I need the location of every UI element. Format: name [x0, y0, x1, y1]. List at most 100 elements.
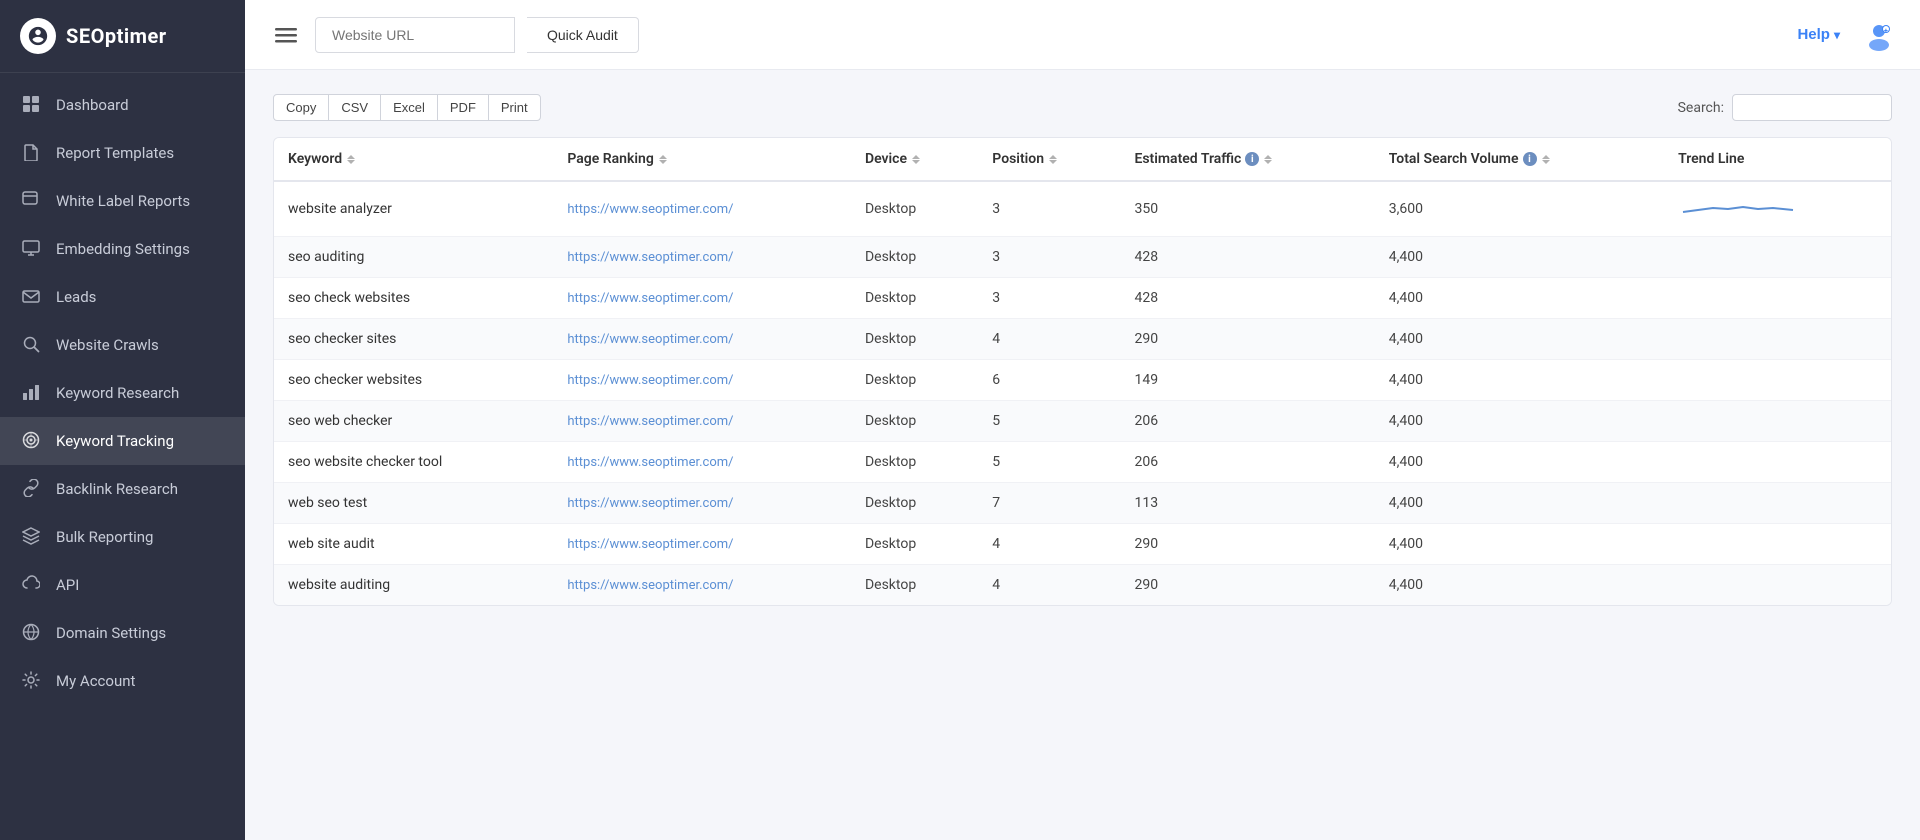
cell-estimated-traffic: 290	[1120, 524, 1374, 565]
th-total-search-volume[interactable]: Total Search Volumei	[1375, 138, 1664, 181]
search-label: Search:	[1678, 100, 1724, 116]
header: Quick Audit Help ▾ +	[245, 0, 1920, 70]
cell-keyword: seo checker sites	[274, 319, 553, 360]
cell-device: Desktop	[851, 401, 978, 442]
cell-keyword: website analyzer	[274, 181, 553, 237]
th-device[interactable]: Device	[851, 138, 978, 181]
cell-total-search-volume: 4,400	[1375, 524, 1664, 565]
search-area: Search:	[1678, 94, 1892, 121]
cell-total-search-volume: 4,400	[1375, 483, 1664, 524]
cell-trend-line	[1664, 483, 1891, 524]
cell-trend-line	[1664, 401, 1891, 442]
sidebar-item-keyword-research[interactable]: Keyword Research	[0, 369, 245, 417]
mail-icon	[22, 287, 42, 307]
sort-icon-device	[912, 155, 920, 164]
search-icon	[22, 335, 42, 355]
sidebar-item-leads[interactable]: Leads	[0, 273, 245, 321]
sidebar-item-label: Dashboard	[56, 96, 129, 114]
th-page-ranking[interactable]: Page Ranking	[553, 138, 851, 181]
table-excel-button[interactable]: Excel	[380, 94, 438, 121]
th-position[interactable]: Position	[978, 138, 1120, 181]
th-trend-line: Trend Line	[1664, 138, 1891, 181]
url-input[interactable]	[315, 17, 515, 53]
cell-page-ranking: https://www.seoptimer.com/	[553, 524, 851, 565]
cell-device: Desktop	[851, 319, 978, 360]
cell-position: 3	[978, 278, 1120, 319]
sidebar-item-api[interactable]: API	[0, 561, 245, 609]
table-row: seo checker siteshttps://www.seoptimer.c…	[274, 319, 1891, 360]
sidebar-item-label: My Account	[56, 672, 135, 690]
quick-audit-button[interactable]: Quick Audit	[527, 17, 639, 53]
sidebar-item-label: Report Templates	[56, 144, 174, 162]
table-row: web site audithttps://www.seoptimer.com/…	[274, 524, 1891, 565]
cell-keyword: seo check websites	[274, 278, 553, 319]
sidebar-item-bulk-reporting[interactable]: Bulk Reporting	[0, 513, 245, 561]
tag-icon	[22, 191, 42, 211]
table-print-button[interactable]: Print	[488, 94, 541, 121]
sidebar-item-report-templates[interactable]: Report Templates	[0, 129, 245, 177]
cell-total-search-volume: 4,400	[1375, 319, 1664, 360]
table-pdf-button[interactable]: PDF	[437, 94, 489, 121]
sidebar-item-website-crawls[interactable]: Website Crawls	[0, 321, 245, 369]
sidebar-item-domain-settings[interactable]: Domain Settings	[0, 609, 245, 657]
sidebar-item-keyword-tracking[interactable]: Keyword Tracking	[0, 417, 245, 465]
cell-device: Desktop	[851, 237, 978, 278]
sidebar-item-white-label-reports[interactable]: White Label Reports	[0, 177, 245, 225]
table-copy-button[interactable]: Copy	[273, 94, 329, 121]
cell-device: Desktop	[851, 565, 978, 606]
cell-estimated-traffic: 428	[1120, 278, 1374, 319]
logo-text: SEOptimer	[66, 24, 167, 48]
cell-keyword: web seo test	[274, 483, 553, 524]
info-icon-estimated-traffic[interactable]: i	[1245, 152, 1259, 166]
table-row: seo auditinghttps://www.seoptimer.com/De…	[274, 237, 1891, 278]
file-icon	[22, 143, 42, 163]
layers-icon	[22, 527, 42, 547]
help-button[interactable]: Help ▾	[1797, 26, 1840, 43]
content-area: CopyCSVExcelPDFPrint Search: KeywordPage…	[245, 70, 1920, 840]
cell-device: Desktop	[851, 442, 978, 483]
cell-position: 3	[978, 181, 1120, 237]
cell-keyword: seo web checker	[274, 401, 553, 442]
cell-total-search-volume: 3,600	[1375, 181, 1664, 237]
cell-keyword: seo website checker tool	[274, 442, 553, 483]
cell-estimated-traffic: 113	[1120, 483, 1374, 524]
cell-page-ranking: https://www.seoptimer.com/	[553, 319, 851, 360]
cell-total-search-volume: 4,400	[1375, 565, 1664, 606]
sidebar-item-label: Leads	[56, 288, 96, 306]
sidebar-item-my-account[interactable]: My Account	[0, 657, 245, 705]
sidebar: SEOptimer Dashboard Report Templates Whi…	[0, 0, 245, 840]
logo-icon	[20, 18, 56, 54]
cell-trend-line	[1664, 278, 1891, 319]
main-area: Quick Audit Help ▾ + CopyCSVExcelPDFPrin…	[245, 0, 1920, 840]
cell-page-ranking: https://www.seoptimer.com/	[553, 237, 851, 278]
sidebar-item-backlink-research[interactable]: Backlink Research	[0, 465, 245, 513]
user-icon-button[interactable]: +	[1862, 18, 1896, 52]
cell-page-ranking: https://www.seoptimer.com/	[553, 278, 851, 319]
cell-trend-line	[1664, 565, 1891, 606]
cell-position: 6	[978, 360, 1120, 401]
cell-device: Desktop	[851, 360, 978, 401]
grid-icon	[22, 95, 42, 115]
sort-icon-estimated-traffic	[1264, 155, 1272, 164]
th-keyword[interactable]: Keyword	[274, 138, 553, 181]
info-icon-total-search-volume[interactable]: i	[1523, 152, 1537, 166]
cell-total-search-volume: 4,400	[1375, 442, 1664, 483]
table-csv-button[interactable]: CSV	[328, 94, 381, 121]
sidebar-item-dashboard[interactable]: Dashboard	[0, 81, 245, 129]
sort-icon-keyword	[347, 155, 355, 164]
table-row: website auditinghttps://www.seoptimer.co…	[274, 565, 1891, 606]
cell-position: 4	[978, 565, 1120, 606]
cell-estimated-traffic: 428	[1120, 237, 1374, 278]
search-input[interactable]	[1732, 94, 1892, 121]
cell-trend-line	[1664, 181, 1891, 237]
sidebar-item-label: Keyword Tracking	[56, 432, 174, 450]
cell-estimated-traffic: 206	[1120, 442, 1374, 483]
th-estimated-traffic[interactable]: Estimated Traffici	[1120, 138, 1374, 181]
sidebar-item-embedding-settings[interactable]: Embedding Settings	[0, 225, 245, 273]
table-header-row: KeywordPage RankingDevicePositionEstimat…	[274, 138, 1891, 181]
cell-keyword: web site audit	[274, 524, 553, 565]
cell-page-ranking: https://www.seoptimer.com/	[553, 565, 851, 606]
cell-total-search-volume: 4,400	[1375, 360, 1664, 401]
hamburger-button[interactable]	[269, 18, 303, 52]
trend-line-svg	[1678, 194, 1798, 224]
